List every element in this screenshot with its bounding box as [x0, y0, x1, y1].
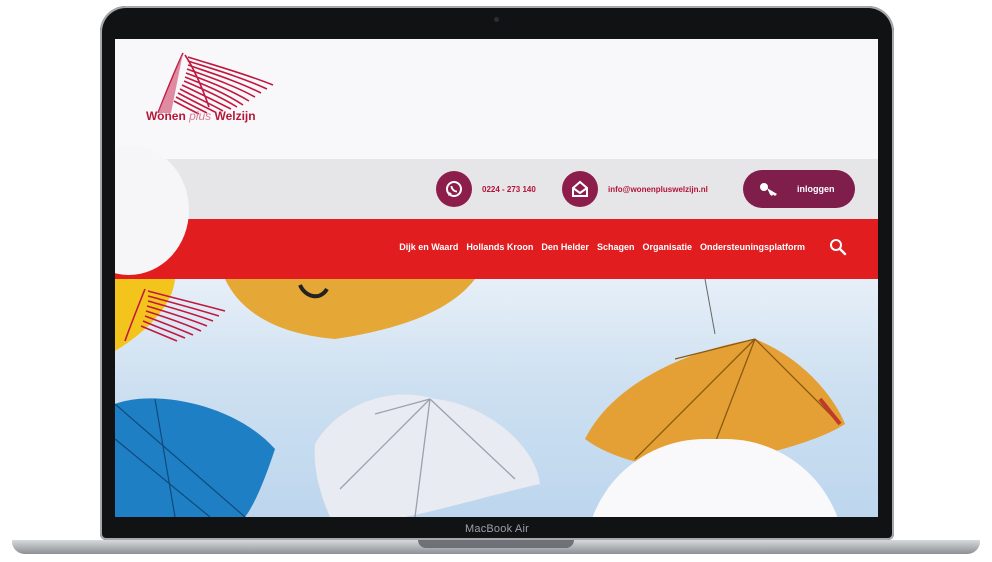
nav-item-organisatie[interactable]: Organisatie [642, 242, 692, 252]
logo-wordmark: Wonen plus Welzijn [146, 109, 256, 123]
logo-word-2: plus [189, 109, 212, 123]
nav-item-hollands-kroon[interactable]: Hollands Kroon [466, 242, 533, 252]
logo-word-3: Welzijn [214, 109, 256, 123]
hero-image [115, 279, 878, 517]
screen: Wonen plus Welzijn 0224 - 273 140 info@w… [115, 39, 878, 517]
phone-number[interactable]: 0224 - 273 140 [482, 185, 536, 194]
laptop-hinge-notch [418, 540, 574, 548]
device-model-label: MacBook Air [465, 523, 529, 535]
email-contact[interactable]: info@wonenpluswelzijn.nl [562, 171, 708, 207]
login-label: inloggen [797, 184, 835, 194]
site-logo[interactable] [143, 45, 303, 140]
nav-item-dijk-en-waard[interactable]: Dijk en Waard [399, 242, 458, 252]
key-icon [760, 183, 777, 196]
phone-contact[interactable]: 0224 - 273 140 [436, 171, 536, 207]
envelope-icon [562, 171, 598, 207]
nav-item-ondersteuningsplatform[interactable]: Ondersteuningsplatform [700, 242, 805, 252]
nav-item-den-helder[interactable]: Den Helder [541, 242, 589, 252]
nav-item-schagen[interactable]: Schagen [597, 242, 635, 252]
whatsapp-icon [436, 171, 472, 207]
search-icon[interactable] [829, 238, 847, 256]
logo-word-1: Wonen [146, 109, 186, 123]
logo-mark-icon [157, 52, 274, 115]
login-button[interactable]: inloggen [743, 170, 855, 208]
webcam [494, 17, 499, 22]
email-address[interactable]: info@wonenpluswelzijn.nl [608, 185, 708, 194]
hero-logo-mark-icon [124, 288, 226, 342]
main-nav: Dijk en Waard Hollands Kroon Den Helder … [399, 242, 805, 252]
